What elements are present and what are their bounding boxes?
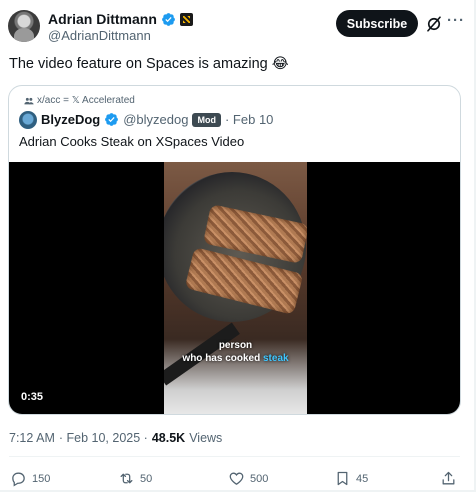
like-button[interactable]: 500 xyxy=(228,470,268,487)
quoted-author-row: BlyzeDog @blyzedog Mod · Feb 10 xyxy=(41,112,273,127)
divider xyxy=(9,456,460,457)
grok-icon[interactable] xyxy=(425,15,443,33)
quoted-post[interactable]: x/acc = 𝕏 Accelerated BlyzeDog @blyzedog… xyxy=(8,85,461,415)
post-meta: 7:12 AM · Feb 10, 2025 · 48.5K Views xyxy=(9,431,222,445)
reply-count: 150 xyxy=(32,472,51,485)
share-icon xyxy=(442,471,455,485)
author-name-row: Adrian Dittmann xyxy=(48,11,193,27)
verified-badge-icon xyxy=(105,113,119,126)
like-count: 500 xyxy=(250,472,269,485)
repost-icon xyxy=(120,473,133,484)
reply-icon xyxy=(12,472,25,487)
caption-highlight: steak xyxy=(263,353,289,364)
community-label: x/acc = 𝕏 Accelerated xyxy=(37,95,135,106)
video-caption: person who has cooked steak xyxy=(164,339,307,365)
quoted-handle[interactable]: @blyzedog xyxy=(123,112,188,127)
post-text: The video feature on Spaces is amazing 😂 xyxy=(9,56,289,72)
author-avatar[interactable] xyxy=(8,10,40,42)
quoted-author-avatar[interactable] xyxy=(19,111,37,129)
repost-button[interactable]: 50 xyxy=(118,470,152,487)
reply-button[interactable]: 150 xyxy=(10,470,50,487)
post-date[interactable]: · Feb 10, 2025 · xyxy=(59,431,148,445)
community-label-row[interactable]: x/acc = 𝕏 Accelerated xyxy=(24,95,135,106)
more-options-icon[interactable]: ··· xyxy=(447,12,465,29)
quoted-display-name[interactable]: BlyzeDog xyxy=(41,112,100,127)
quoted-date[interactable]: · Feb 10 xyxy=(225,112,273,127)
bookmark-icon xyxy=(337,471,348,486)
caption-line-1: person xyxy=(218,340,253,351)
affiliation-badge-icon xyxy=(179,12,193,26)
bookmark-button[interactable]: 45 xyxy=(334,470,368,487)
heart-icon xyxy=(229,472,244,485)
views-label: Views xyxy=(189,431,223,445)
bookmark-count: 45 xyxy=(356,472,369,485)
post-time[interactable]: 7:12 AM xyxy=(9,431,55,445)
video-duration: 0:35 xyxy=(21,391,44,403)
community-icon xyxy=(24,97,34,104)
share-button[interactable] xyxy=(440,470,457,487)
verified-badge-icon xyxy=(161,12,175,26)
author-handle[interactable]: @AdrianDittmann xyxy=(48,28,151,43)
author-display-name[interactable]: Adrian Dittmann xyxy=(48,11,157,27)
mod-badge: Mod xyxy=(192,112,221,127)
repost-count: 50 xyxy=(140,472,153,485)
caption-text: who has cooked xyxy=(182,353,263,364)
subscribe-button[interactable]: Subscribe xyxy=(336,10,418,37)
quoted-text: Adrian Cooks Steak on XSpaces Video xyxy=(19,134,245,149)
video-frame: person who has cooked steak xyxy=(164,162,307,414)
views-count: 48.5K xyxy=(151,431,186,445)
video-player[interactable]: person who has cooked steak 0:35 xyxy=(9,162,460,414)
caption-line-2: who has cooked steak xyxy=(164,352,307,365)
